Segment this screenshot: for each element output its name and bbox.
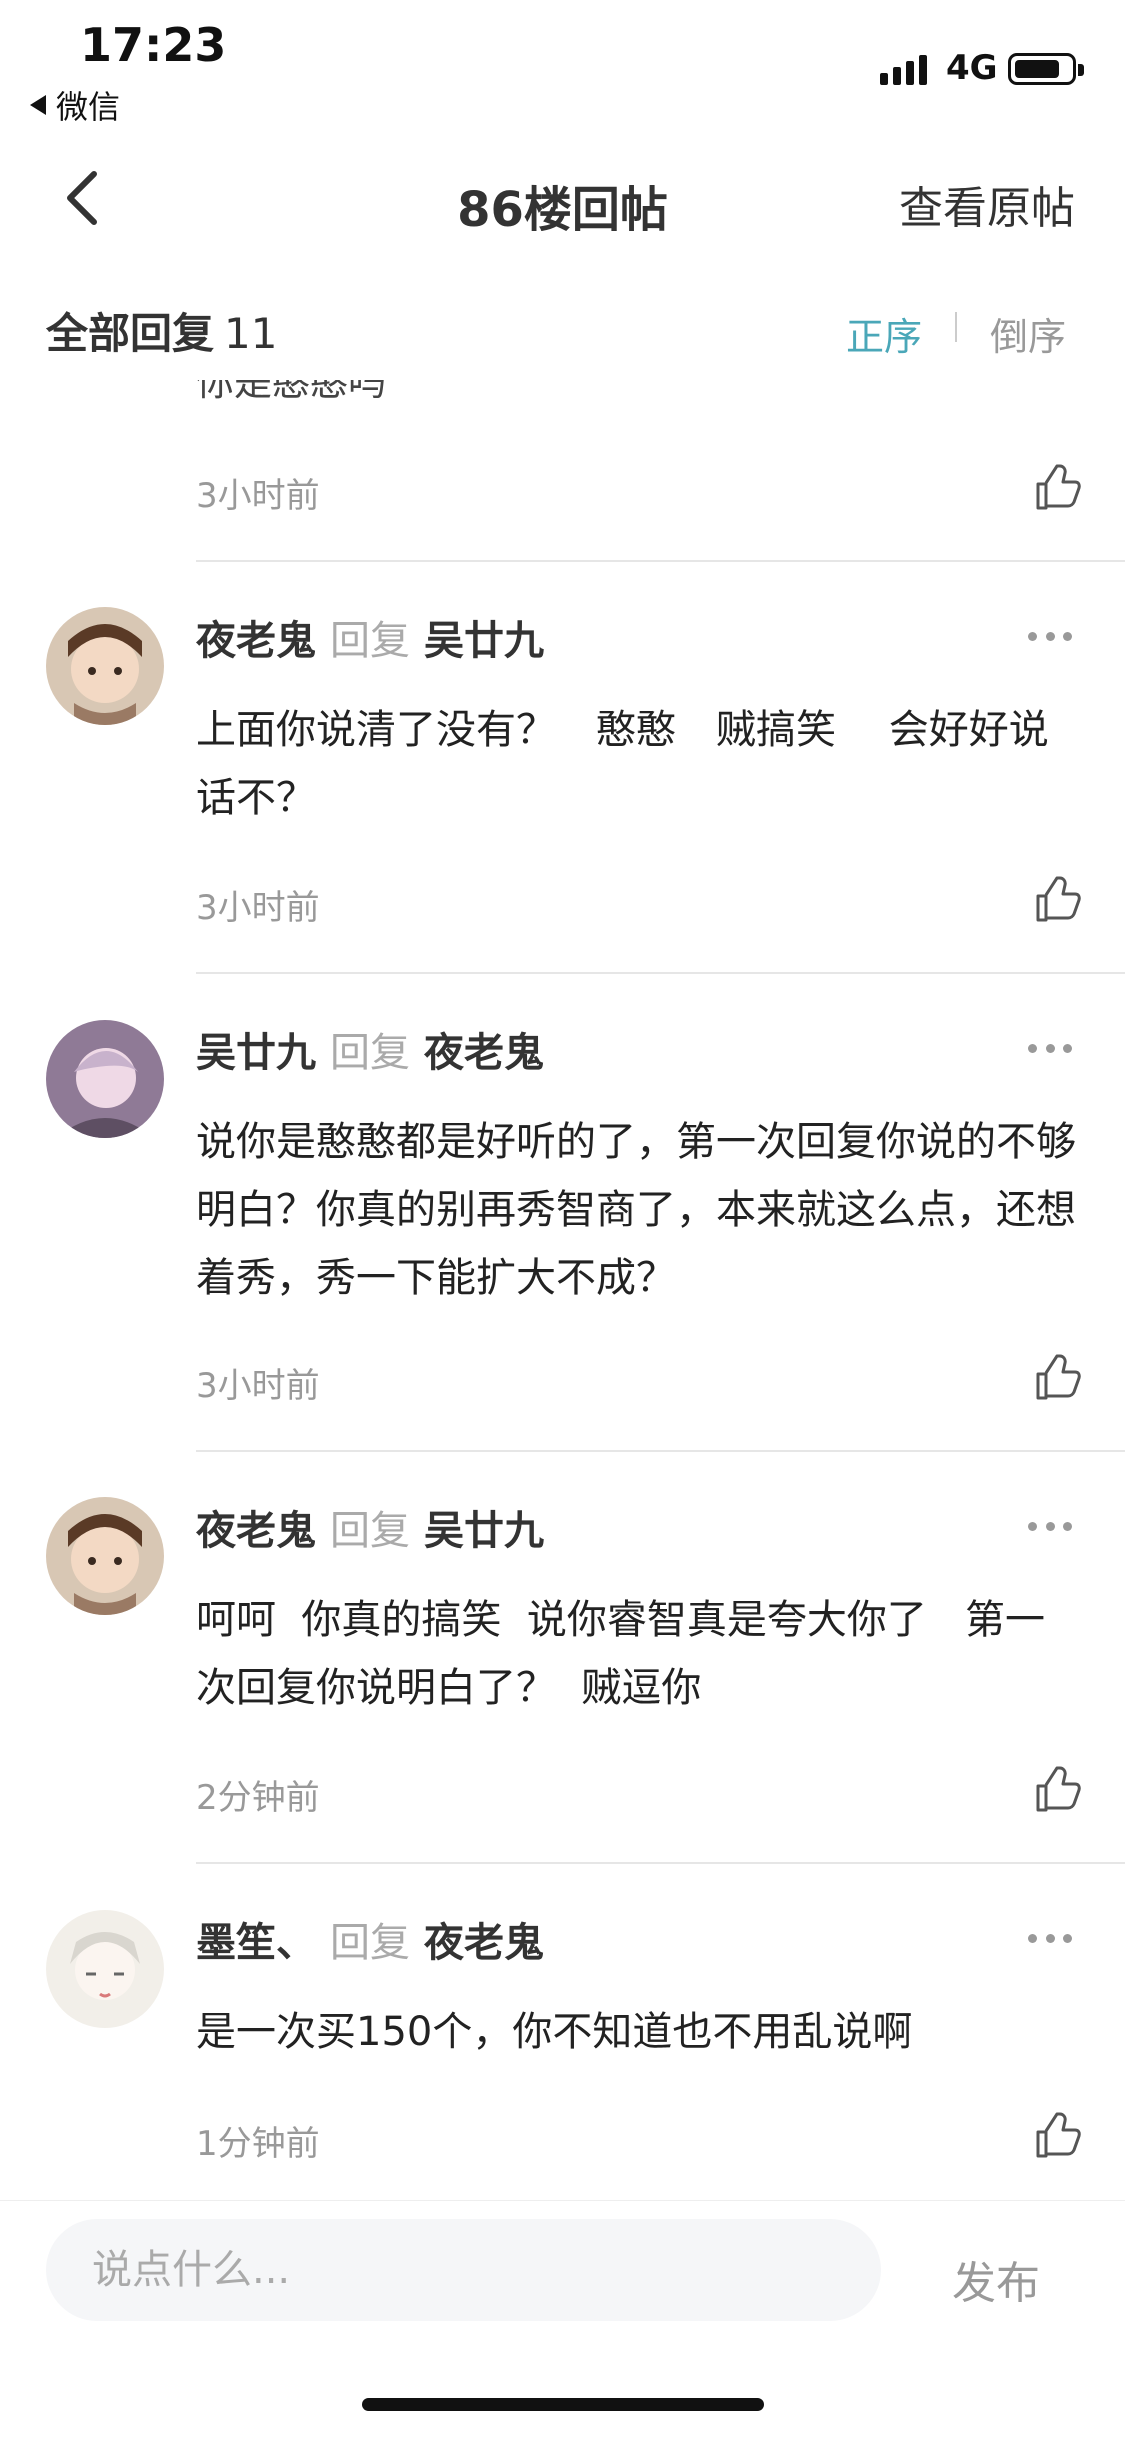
more-dots-icon: [1028, 1044, 1037, 1053]
triangle-left-icon: [30, 95, 46, 115]
more-options-button[interactable]: [1028, 1044, 1072, 1058]
reply-word: 回复: [330, 1920, 410, 1966]
avatar[interactable]: [46, 1910, 164, 2028]
more-dots-icon: [1028, 632, 1037, 641]
reply-word: 回复: [330, 1508, 410, 1554]
status-time: 17:23: [80, 18, 227, 72]
thumbs-up-icon: [1036, 1354, 1081, 1400]
reply-to-name[interactable]: 夜老鬼: [424, 1020, 544, 1078]
comment-divider: [196, 1862, 1125, 1864]
like-button[interactable]: [1032, 1764, 1084, 1816]
battery-icon: [1008, 53, 1084, 85]
comment-content: 说你是憨憨都是好听的了，第一次回复你说的不够明白？你真的别再秀智商了，本来就这么…: [196, 1119, 1076, 1301]
thumbs-up-icon: [1036, 1766, 1081, 1812]
avatar[interactable]: [46, 1020, 164, 1138]
back-app-label: 微信: [56, 88, 121, 126]
sort-descending-tab[interactable]: 倒序: [990, 306, 1066, 361]
avatar[interactable]: [46, 1497, 164, 1615]
signal-icon: [880, 55, 927, 85]
thumbs-up-icon: [1036, 876, 1081, 922]
reply-to-name[interactable]: 夜老鬼: [424, 1910, 544, 1968]
comment-time: 1分钟前: [196, 2124, 320, 2164]
more-dots-icon: [1028, 1522, 1037, 1531]
comment-input[interactable]: 说点什么...: [46, 2219, 881, 2321]
more-options-button[interactable]: [1028, 1522, 1072, 1536]
view-original-post-button[interactable]: 查看原帖: [899, 172, 1075, 236]
comment-header: 夜老鬼 回复 吴廿九: [196, 608, 544, 666]
more-options-button[interactable]: [1028, 1934, 1072, 1948]
comment-header: 墨笙、 回复 夜老鬼: [196, 1910, 544, 1968]
like-button[interactable]: [1032, 1352, 1084, 1404]
comment-time: 3小时前: [196, 1366, 320, 1406]
reply-count: 11: [224, 309, 278, 358]
status-bar: 17:23 微信 4G: [0, 0, 1125, 135]
sort-ascending-tab[interactable]: 正序: [846, 306, 922, 361]
sort-divider: [955, 312, 957, 342]
network-type: 4G: [946, 48, 998, 88]
comment-content: 上面你说清了没有？ 憨憨 贼搞笑 会好好说话不？: [196, 707, 1049, 821]
comment-header: 夜老鬼 回复 吴廿九: [196, 1498, 544, 1556]
more-options-button[interactable]: [1028, 632, 1072, 646]
like-button[interactable]: [1032, 874, 1084, 926]
comment-header: 吴廿九 回复 夜老鬼: [196, 1020, 544, 1078]
reply-word: 回复: [330, 1030, 410, 1076]
reply-to-name[interactable]: 吴廿九: [424, 1498, 544, 1556]
comment-time: 3小时前: [196, 888, 320, 928]
nav-bar: 86楼回帖 查看原帖: [0, 140, 1125, 260]
comment-content: 呵呵 你真的搞笑 说你睿智真是夸大你了 第一次回复你说明白了？ 贼逗你: [196, 1597, 1046, 1711]
all-replies-title: 全部回复 11: [46, 300, 277, 361]
back-to-app-link[interactable]: 微信: [28, 82, 120, 128]
comment-divider: [196, 972, 1125, 974]
comment-content: 是一次买150个，你不知道也不用乱说啊: [196, 2009, 913, 2055]
author-name[interactable]: 夜老鬼: [196, 608, 316, 666]
comment-time: 2分钟前: [196, 1778, 320, 1818]
partial-comment-time: 3小时前: [196, 476, 320, 516]
all-replies-label: 全部回复: [46, 309, 215, 358]
author-name[interactable]: 墨笙、: [196, 1910, 316, 1968]
reply-word: 回复: [330, 618, 410, 664]
reply-header: 全部回复 11 正序 倒序: [0, 290, 1125, 370]
more-dots-icon: [1028, 1934, 1037, 1943]
like-button[interactable]: [1032, 2110, 1084, 2162]
like-button[interactable]: [1032, 462, 1084, 514]
thumbs-up-icon: [1036, 464, 1081, 510]
comment-divider: [196, 1450, 1125, 1452]
comment-divider: [196, 560, 1125, 562]
publish-button[interactable]: 发布: [952, 2247, 1040, 2311]
home-indicator[interactable]: [362, 2398, 764, 2411]
author-name[interactable]: 夜老鬼: [196, 1498, 316, 1556]
avatar[interactable]: [46, 607, 164, 725]
author-name[interactable]: 吴廿九: [196, 1020, 316, 1078]
thumbs-up-icon: [1036, 2112, 1081, 2158]
reply-to-name[interactable]: 吴廿九: [424, 608, 544, 666]
